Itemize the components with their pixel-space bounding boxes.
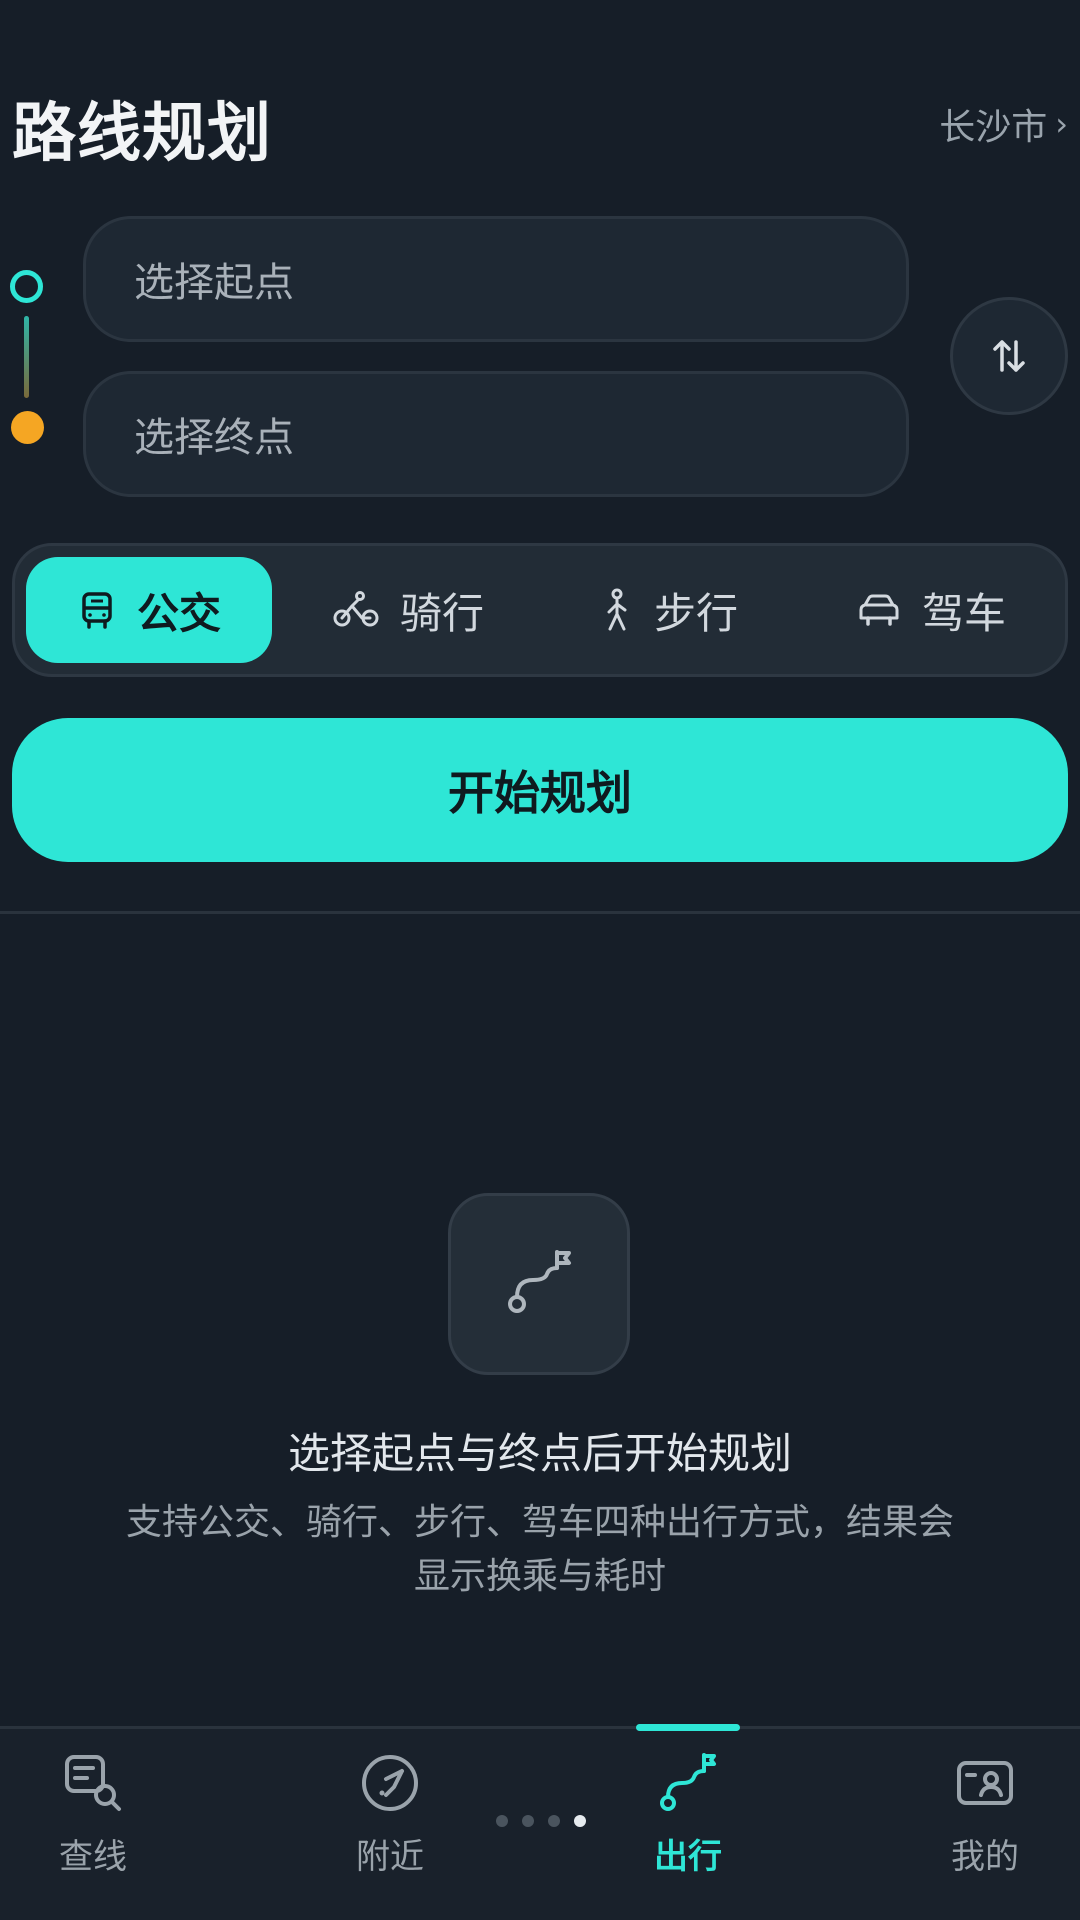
mode-tab-walk[interactable]: 步行 xyxy=(546,557,792,663)
active-tab-indicator xyxy=(636,1724,740,1731)
swap-vertical-icon xyxy=(993,340,1025,372)
page-title: 路线规划 xyxy=(12,97,272,171)
page-dot-active xyxy=(574,1815,586,1827)
page-dot xyxy=(496,1815,508,1827)
nav-item-nearby[interactable]: 附近 xyxy=(290,1751,490,1901)
profile-card-icon xyxy=(957,1761,1013,1805)
nav-label-profile: 我的 xyxy=(951,1837,1019,1877)
walk-icon xyxy=(607,588,627,631)
mode-label-bike: 骑行 xyxy=(399,588,484,638)
bottom-nav: 查线 附近 出行 我的 xyxy=(0,1724,1080,1920)
end-point-dot xyxy=(11,411,44,444)
nav-item-profile[interactable]: 我的 xyxy=(885,1751,1080,1901)
city-label: 长沙市 xyxy=(939,107,1048,148)
compass-icon xyxy=(362,1755,418,1811)
bike-icon xyxy=(333,591,379,627)
nav-item-travel[interactable]: 出行 xyxy=(588,1751,788,1901)
travel-mode-selector: 公交 骑行 步行 驾车 xyxy=(12,543,1068,677)
nav-label-nearby: 附近 xyxy=(356,1837,424,1877)
start-point-dot xyxy=(10,270,43,303)
end-point-input[interactable]: 选择终点 xyxy=(83,371,909,497)
mode-label-car: 驾车 xyxy=(921,588,1006,638)
city-selector[interactable]: 长沙市 › xyxy=(939,98,1068,150)
nav-item-line-search[interactable]: 查线 xyxy=(0,1751,193,1901)
page-dot xyxy=(548,1815,560,1827)
bus-icon xyxy=(82,592,112,629)
mode-tab-bus[interactable]: 公交 xyxy=(26,557,272,663)
car-icon xyxy=(859,594,899,626)
route-icon xyxy=(660,1753,716,1811)
nav-label-travel: 出行 xyxy=(654,1837,722,1877)
page-indicator-dots xyxy=(496,1815,586,1827)
route-connector-line xyxy=(24,316,29,398)
page-dot xyxy=(522,1815,534,1827)
start-planning-button[interactable]: 开始规划 xyxy=(12,718,1068,862)
mode-label-bus: 公交 xyxy=(136,588,221,638)
empty-state-description: 支持公交、骑行、步行、驾车四种出行方式，结果会显示换乘与耗时 xyxy=(125,1502,954,1597)
nav-label-line-search: 查线 xyxy=(59,1837,127,1877)
line-search-icon xyxy=(65,1755,121,1811)
empty-state-title: 选择起点与终点后开始规划 xyxy=(287,1429,792,1478)
route-indicator xyxy=(10,270,44,450)
start-point-input[interactable]: 选择起点 xyxy=(83,216,909,342)
chevron-right-icon: › xyxy=(1055,105,1068,143)
empty-state-icon-tile xyxy=(448,1193,630,1375)
mode-tab-car[interactable]: 驾车 xyxy=(808,557,1054,663)
mode-label-walk: 步行 xyxy=(653,588,738,638)
route-icon xyxy=(508,1250,571,1313)
swap-button[interactable] xyxy=(950,297,1068,415)
mode-tab-bike[interactable]: 骑行 xyxy=(285,557,531,663)
section-divider xyxy=(0,911,1080,914)
